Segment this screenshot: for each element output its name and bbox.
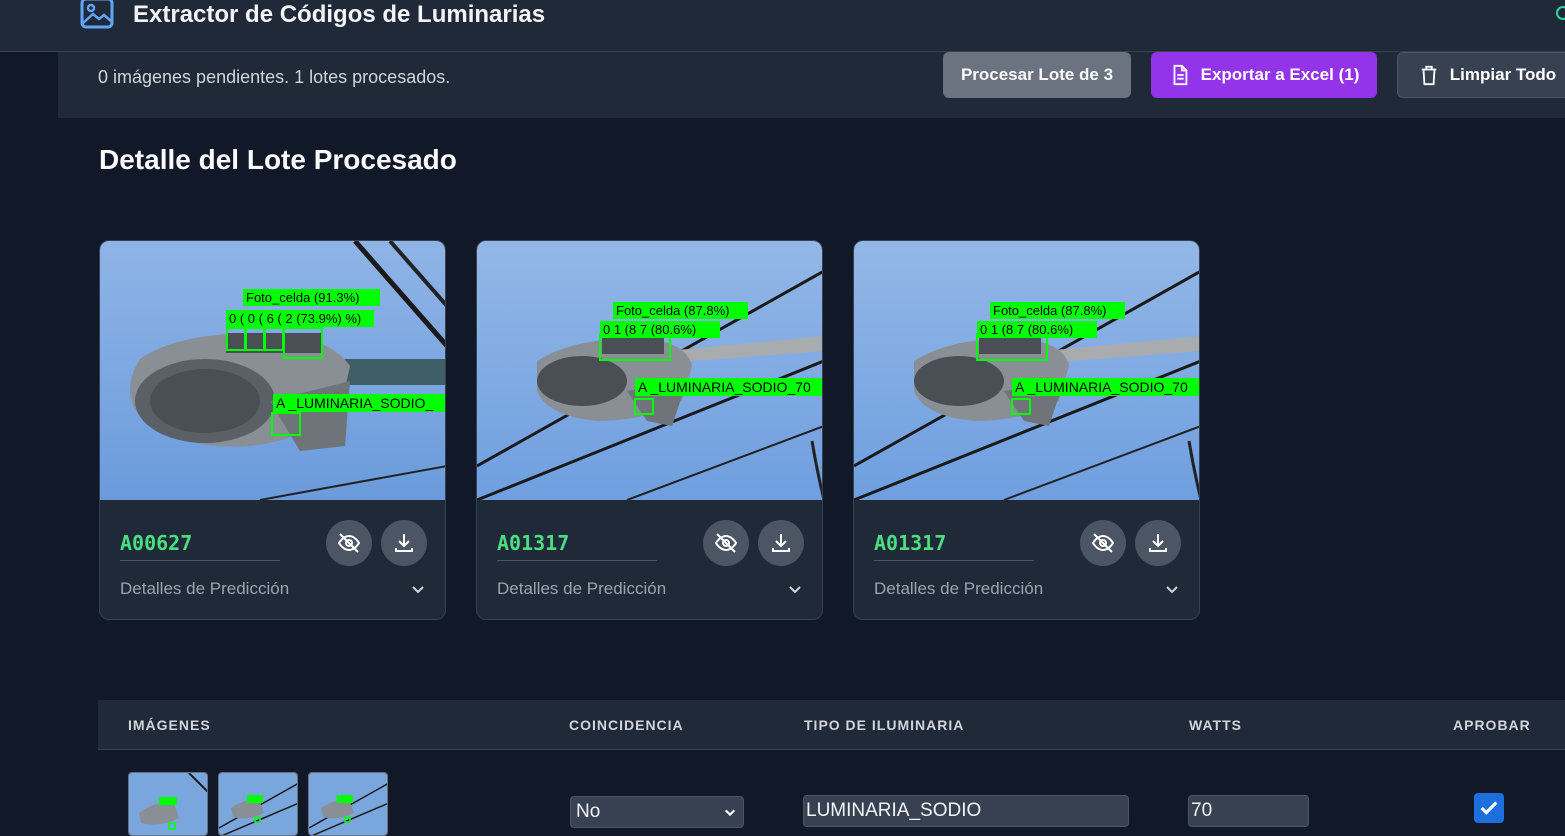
header-approve: APROBAR [1453,717,1531,733]
chevron-down-icon [412,586,424,594]
digits-label: 0 1 (8 7 (80.6%) [603,322,696,337]
luminaire-type-input[interactable] [803,795,1129,827]
coincidence-value: No [576,801,601,822]
photocell-label: Foto_celda (87.8%) [616,303,729,318]
status-indicator-icon [1556,6,1565,20]
digits-label: 0 ( 0 ( 6 ( 2 (73.9%) %) [229,311,361,326]
type-label: A _LUMINARIA_SODIO_70 [1015,379,1188,395]
export-excel-label: Exportar a Excel (1) [1200,65,1360,84]
prediction-card: Foto_celda (87.8%) 0 1 (8 7 (80.6%) A _L… [853,240,1200,620]
details-label: Detalles de Predicción [497,579,667,598]
header-watts: WATTS [1189,717,1242,733]
eye-off-icon [714,533,738,553]
details-label: Detalles de Predicción [874,579,1044,598]
download-button[interactable] [381,520,427,566]
document-icon [1173,64,1187,86]
type-label: A _LUMINARIA_SODIO_70 [638,379,811,395]
download-icon [395,534,413,552]
image-thumbnail[interactable] [308,772,388,836]
clear-all-label: Limpiar Todo [1449,65,1557,84]
chevron-down-icon [724,809,736,817]
process-batch-button[interactable]: Procesar Lote de 3 [943,52,1131,98]
watts-input[interactable] [1188,795,1309,827]
photocell-label: Foto_celda (87.8%) [993,303,1106,318]
type-label: A _LUMINARIA_SODIO_ [276,395,433,411]
results-table: IMÁGENES COINCIDENCIA TIPO DE ILUMINARIA… [98,700,1565,836]
coincidence-select[interactable]: No [570,796,744,828]
details-label: Detalles de Predicción [120,579,290,598]
pending-status-text: 0 imágenes pendientes. 1 lotes procesado… [98,67,451,87]
export-excel-button[interactable]: Exportar a Excel (1) [1151,52,1377,98]
prediction-details-toggle[interactable]: Detalles de Predicción [874,577,1180,601]
prediction-details-toggle[interactable]: Detalles de Predicción [120,577,426,601]
header-coincidence: COINCIDENCIA [569,717,684,733]
check-icon [1480,801,1498,815]
code-input[interactable]: A00627 [120,529,280,561]
luminaire-photo: Foto_celda (87.8%) 0 1 (8 7 (80.6%) A _L… [477,241,822,500]
thumbnail-image [309,773,387,835]
thumbnail-image [219,773,297,835]
photocell-label: Foto_celda (91.3%) [246,290,359,305]
prediction-card: Foto_celda (91.3%) 0 ( 0 ( 6 ( 2 (73.9%)… [99,240,446,620]
chevron-down-icon [1166,586,1178,594]
clear-all-button[interactable]: Limpiar Todo [1397,52,1565,98]
approve-checkbox[interactable] [1474,793,1504,823]
luminaire-photo: Foto_celda (87.8%) 0 1 (8 7 (80.6%) A _L… [854,241,1199,500]
code-input[interactable]: A01317 [874,529,1034,561]
prediction-card: Foto_celda (87.8%) 0 1 (8 7 (80.6%) A _L… [476,240,823,620]
trash-icon [1421,65,1437,86]
code-input[interactable]: A01317 [497,529,657,561]
download-button[interactable] [758,520,804,566]
image-thumbnail[interactable] [218,772,298,836]
process-batch-label: Procesar Lote de 3 [960,65,1114,84]
prediction-details-toggle[interactable]: Detalles de Predicción [497,577,803,601]
digits-label: 0 1 (8 7 (80.6%) [980,322,1073,337]
luminaire-photo: Foto_celda (91.3%) 0 ( 0 ( 6 ( 2 (73.9%)… [100,241,445,500]
table-header: IMÁGENES COINCIDENCIA TIPO DE ILUMINARIA… [98,700,1565,750]
app-title: Extractor de Códigos de Luminarias [133,1,546,28]
section-title: Detalle del Lote Procesado [99,144,457,175]
image-thumbnail[interactable] [128,772,208,836]
eye-off-icon [337,533,361,553]
eye-off-icon [1091,533,1115,553]
chevron-down-icon [789,586,801,594]
toggle-boxes-button[interactable] [703,520,749,566]
thumbnail-image [129,773,207,835]
toggle-boxes-button[interactable] [326,520,372,566]
toggle-boxes-button[interactable] [1080,520,1126,566]
download-icon [772,534,790,552]
header-images: IMÁGENES [128,717,211,733]
header-type: TIPO DE ILUMINARIA [804,717,965,733]
download-icon [1149,534,1167,552]
download-button[interactable] [1135,520,1181,566]
status-bar: 0 imágenes pendientes. 1 lotes procesado… [58,52,1565,118]
image-icon [80,0,114,29]
top-bar: Extractor de Códigos de Luminarias [0,0,1565,52]
